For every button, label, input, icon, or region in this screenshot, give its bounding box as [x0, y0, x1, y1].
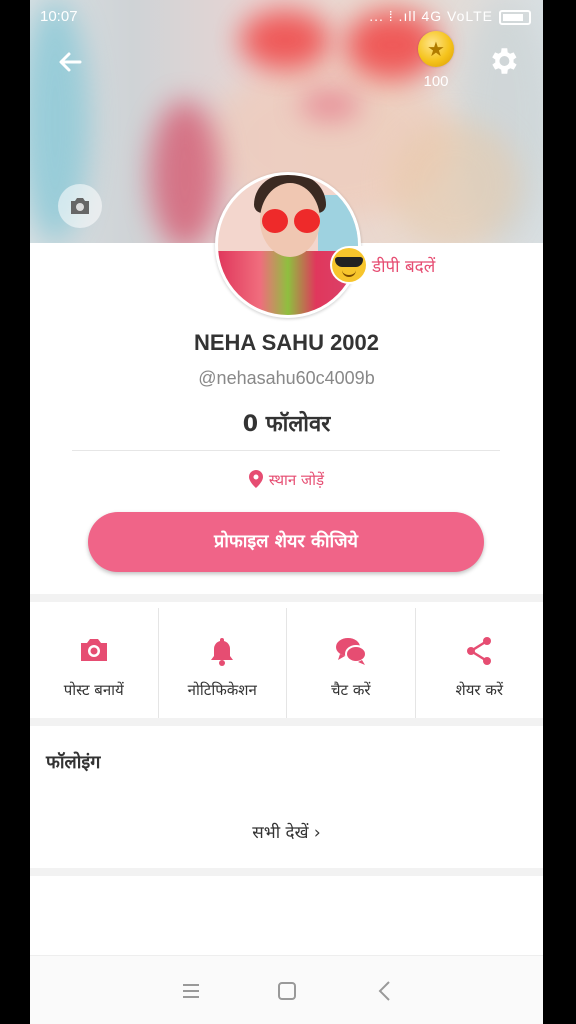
chat-label: चैट करें: [330, 681, 371, 699]
share-label: शेयर करें: [455, 681, 503, 699]
chat-icon: [335, 638, 367, 665]
divider: [72, 450, 500, 451]
battery-icon: [499, 9, 531, 25]
coin-icon[interactable]: ★: [418, 31, 454, 67]
share-action[interactable]: शेयर करें: [414, 608, 544, 718]
camera-icon: [71, 198, 89, 214]
section-separator: [30, 594, 543, 602]
status-indicators: ... ⁞ .ıll 4G VoLTE: [369, 8, 531, 25]
chevron-right-icon: ›: [313, 823, 321, 843]
cover-camera-button[interactable]: [58, 184, 102, 228]
nav-back-icon[interactable]: [372, 978, 398, 1004]
change-dp-button[interactable]: डीपी बदलें: [330, 246, 446, 284]
create-post-label: पोस्ट बनायें: [63, 681, 124, 699]
change-dp-label: डीपी बदलें: [372, 256, 436, 277]
share-profile-button[interactable]: प्रोफाइल शेयर कीजिये: [88, 512, 484, 572]
profile-handle: @nehasahu60c4009b: [198, 368, 375, 388]
home-square-icon[interactable]: [274, 978, 300, 1004]
gear-icon[interactable]: [486, 44, 520, 78]
see-all-link[interactable]: सभी देखें ›: [30, 820, 543, 843]
status-time: 10:07: [40, 8, 78, 25]
camera-icon: [80, 639, 107, 661]
bell-icon: [211, 638, 234, 666]
following-section-title: फॉलोइंग: [46, 752, 101, 773]
system-nav-bar: [30, 955, 543, 1024]
profile-screen: 10:07 ... ⁞ .ıll 4G VoLTE ★ 100 डीपी बदल…: [30, 0, 543, 1024]
follower-count[interactable]: 0 फॉलोवर: [30, 408, 543, 438]
section-separator: [30, 718, 543, 726]
share-icon: [467, 637, 492, 665]
avatar[interactable]: [215, 172, 361, 318]
sunglasses-emoji-icon: [332, 248, 366, 282]
quick-actions: पोस्ट बनायें नोटिफिकेशन चैट करें शेयर कर…: [30, 608, 543, 718]
status-bar: 10:07 ... ⁞ .ıll 4G VoLTE: [30, 0, 543, 32]
section-separator: [30, 868, 543, 876]
add-location-label: स्थान जोड़ें: [268, 471, 325, 489]
location-pin-icon: [248, 470, 263, 488]
profile-name: NEHA SAHU 2002: [193, 330, 380, 355]
create-post-action[interactable]: पोस्ट बनायें: [30, 608, 158, 718]
see-all-label: सभी देखें: [252, 823, 309, 843]
chat-action[interactable]: चैट करें: [286, 608, 415, 718]
back-arrow-icon[interactable]: [54, 46, 86, 78]
notifications-action[interactable]: नोटिफिकेशन: [157, 608, 287, 718]
add-location-link[interactable]: स्थान जोड़ें: [30, 470, 543, 490]
menu-icon[interactable]: [178, 978, 204, 1004]
coin-count: 100: [423, 73, 449, 90]
notifications-label: नोटिफिकेशन: [187, 681, 257, 699]
